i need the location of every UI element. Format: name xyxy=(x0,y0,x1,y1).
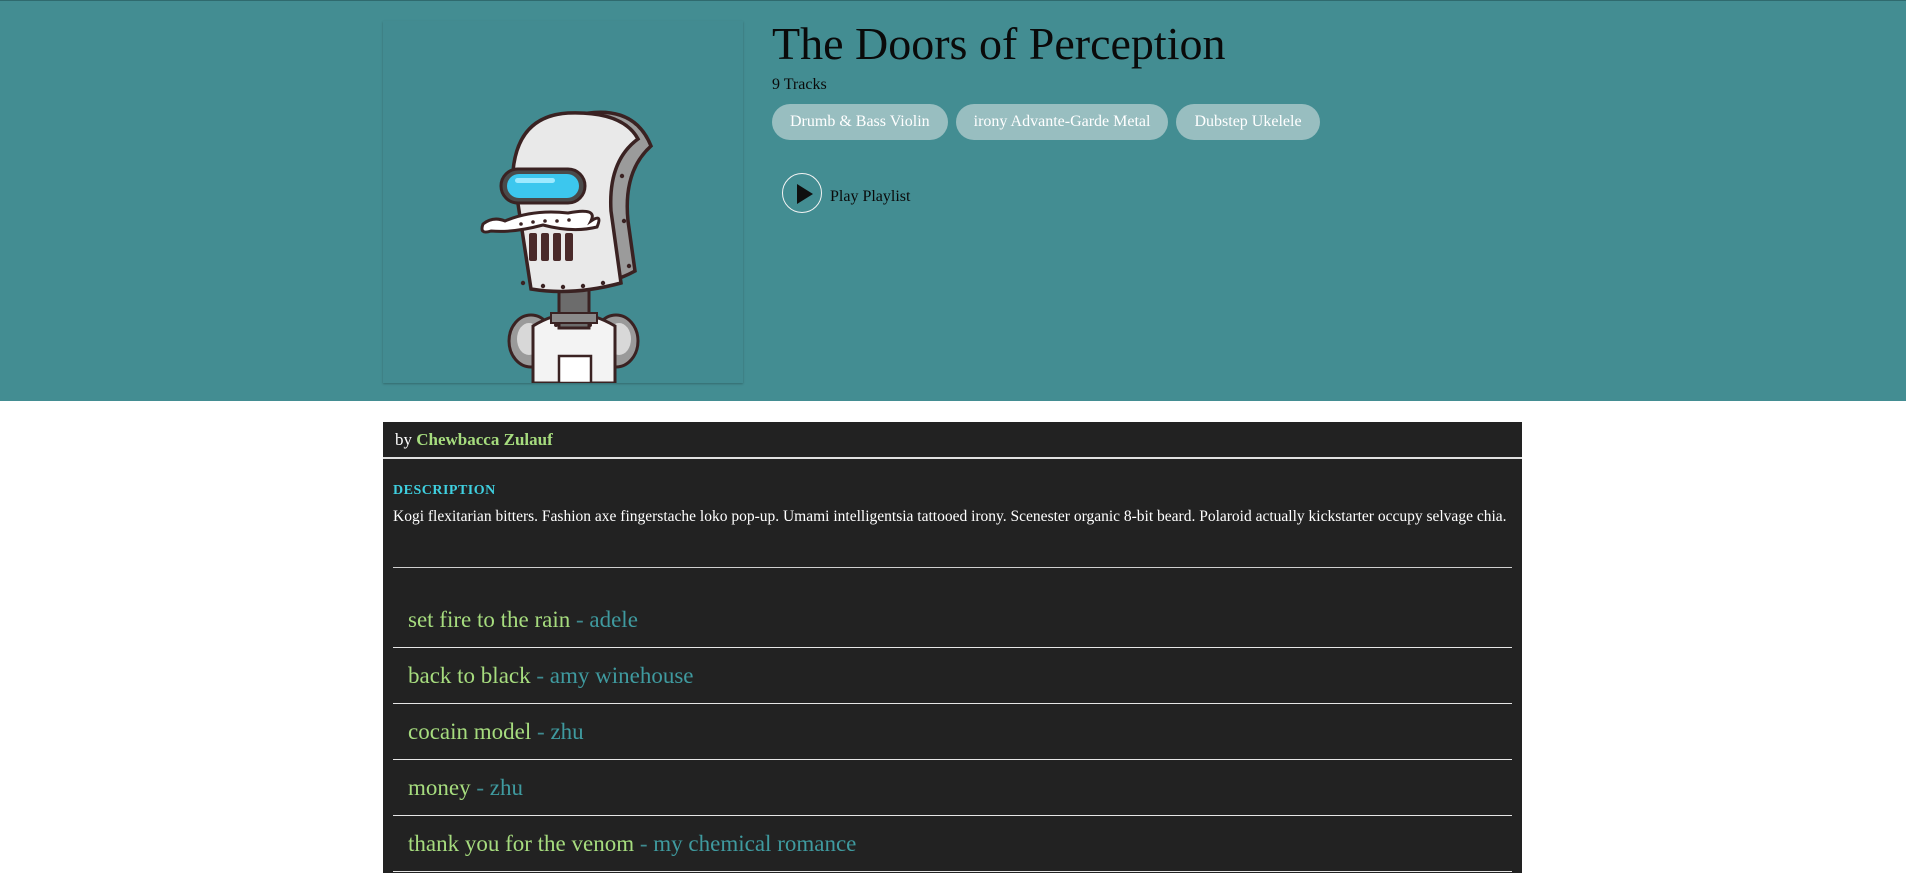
song-name[interactable]: cocain model xyxy=(408,719,531,744)
play-icon[interactable] xyxy=(782,173,822,213)
song-name[interactable]: back to black xyxy=(408,663,531,688)
song-separator: - xyxy=(570,607,590,632)
robot-illustration-icon xyxy=(480,110,654,383)
genre-tags: Drumb & Bass Violin irony Advante-Garde … xyxy=(772,104,1320,140)
song-artist[interactable]: zhu xyxy=(550,719,583,744)
genre-tag[interactable]: Drumb & Bass Violin xyxy=(772,104,948,140)
description-heading: DESCRIPTION xyxy=(393,483,496,498)
song-separator: - xyxy=(634,831,654,856)
song-row[interactable]: set fire to the rain - adele xyxy=(393,592,1512,648)
song-artist[interactable]: my chemical romance xyxy=(653,831,856,856)
play-playlist-button[interactable]: Play Playlist xyxy=(782,173,910,213)
song-separator: - xyxy=(531,719,551,744)
description-section: DESCRIPTION Kogi flexitarian bitters. Fa… xyxy=(393,459,1512,568)
playlist-details-panel: by Chewbacca Zulauf DESCRIPTION Kogi fle… xyxy=(383,422,1522,873)
song-separator: - xyxy=(530,663,550,688)
song-name[interactable]: set fire to the rain xyxy=(408,607,570,632)
song-row[interactable]: thank you for the venom - my chemical ro… xyxy=(393,816,1512,872)
song-name[interactable]: thank you for the venom xyxy=(408,831,634,856)
song-row[interactable]: money - zhu xyxy=(393,760,1512,816)
song-list: set fire to the rain - adele back to bla… xyxy=(393,568,1512,872)
playlist-cover-image xyxy=(383,21,743,383)
song-separator: - xyxy=(470,775,490,800)
song-row[interactable]: back to black - amy winehouse xyxy=(393,648,1512,704)
playlist-title: The Doors of Perception xyxy=(772,18,1226,69)
song-name[interactable]: money xyxy=(408,775,471,800)
song-artist[interactable]: amy winehouse xyxy=(550,663,694,688)
song-artist[interactable]: zhu xyxy=(490,775,523,800)
description-text: Kogi flexitarian bitters. Fashion axe fi… xyxy=(393,508,1507,525)
playlist-header: The Doors of Perception 9 Tracks Drumb &… xyxy=(0,0,1906,401)
author-link[interactable]: Chewbacca Zulauf xyxy=(416,430,552,449)
byline: by Chewbacca Zulauf xyxy=(383,422,1522,459)
song-artist[interactable]: adele xyxy=(589,607,638,632)
genre-tag[interactable]: irony Advante-Garde Metal xyxy=(955,104,1169,140)
by-label: by xyxy=(395,430,412,449)
track-count: 9 Tracks xyxy=(772,76,827,93)
play-playlist-label[interactable]: Play Playlist xyxy=(830,188,910,206)
genre-tag[interactable]: Dubstep Ukelele xyxy=(1176,104,1320,140)
song-row[interactable]: cocain model - zhu xyxy=(393,704,1512,760)
